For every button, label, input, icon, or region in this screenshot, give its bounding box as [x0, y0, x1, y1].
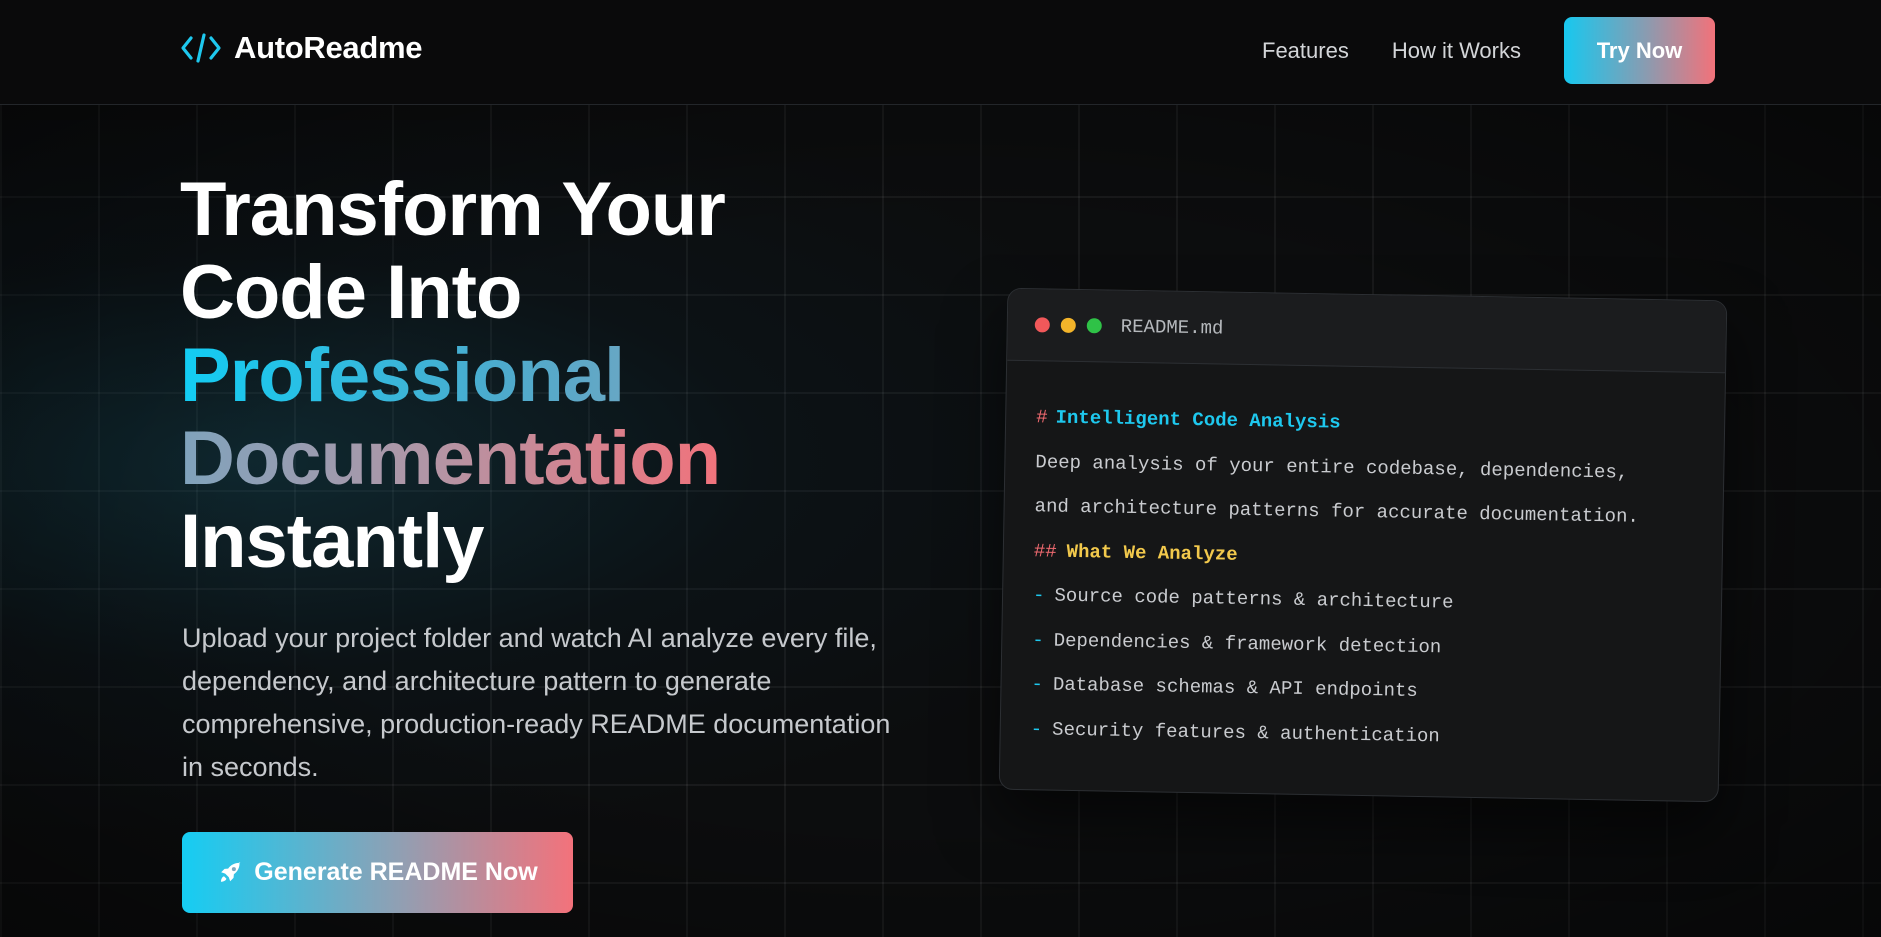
brand-logo[interactable]: AutoReadme — [180, 30, 423, 66]
code-brackets-icon — [181, 33, 221, 63]
nav-features[interactable]: Features — [1262, 38, 1349, 64]
readme-preview-card: README.md # Intelligent Code Analysis Dee… — [998, 287, 1728, 803]
window-titlebar: README.md — [1007, 288, 1727, 374]
main-nav: Features How it Works Try Now — [1262, 17, 1715, 84]
hero-title-line: Code Into — [180, 250, 522, 335]
hero-title-highlight: Documentation — [180, 417, 725, 500]
bullet-marker: - — [1032, 584, 1045, 607]
readme-list-text: Security features & authentication — [1051, 718, 1440, 747]
bullet-marker: - — [1030, 717, 1043, 740]
landing-page: AutoReadme Features How it Works Try Now… — [0, 0, 1881, 937]
hero-title: Transform Your Code Into Professional Do… — [180, 167, 726, 584]
bullet-marker: - — [1032, 628, 1044, 651]
hero-title-line: Transform Your — [180, 167, 726, 252]
readme-list-text: Source code patterns & architecture — [1054, 584, 1454, 614]
site-header: AutoReadme Features How it Works Try Now — [0, 0, 1881, 105]
readme-filename: README.md — [1120, 315, 1224, 340]
window-maximize-dot — [1086, 318, 1102, 334]
brand-name: AutoReadme — [234, 30, 423, 65]
readme-h2-text: What We Analyze — [1066, 540, 1238, 566]
hero-title-line: Instantly — [180, 499, 484, 584]
readme-content: # Intelligent Code Analysis Deep analysis… — [1000, 361, 1725, 763]
readme-h1-text: Intelligent Code Analysis — [1055, 406, 1341, 434]
rocket-icon — [221, 861, 241, 882]
readme-list-text: Dependencies & framework detection — [1053, 629, 1442, 658]
nav-how-it-works[interactable]: How it Works — [1392, 38, 1521, 64]
window-minimize-dot — [1060, 317, 1076, 333]
markdown-h1-marker: # — [1035, 406, 1048, 429]
markdown-h2-marker: ## — [1033, 539, 1057, 563]
try-now-button[interactable]: Try Now — [1564, 17, 1715, 84]
hero-subtitle: Upload your project folder and watch AI … — [182, 623, 891, 782]
readme-list-text: Database schemas & API endpoints — [1052, 673, 1418, 702]
generate-readme-label: Generate README Now — [254, 858, 538, 886]
bullet-marker: - — [1031, 673, 1044, 696]
hero-title-highlight: Professional — [180, 334, 725, 417]
generate-readme-button[interactable]: Generate README Now — [182, 832, 573, 913]
window-close-dot — [1034, 317, 1050, 333]
